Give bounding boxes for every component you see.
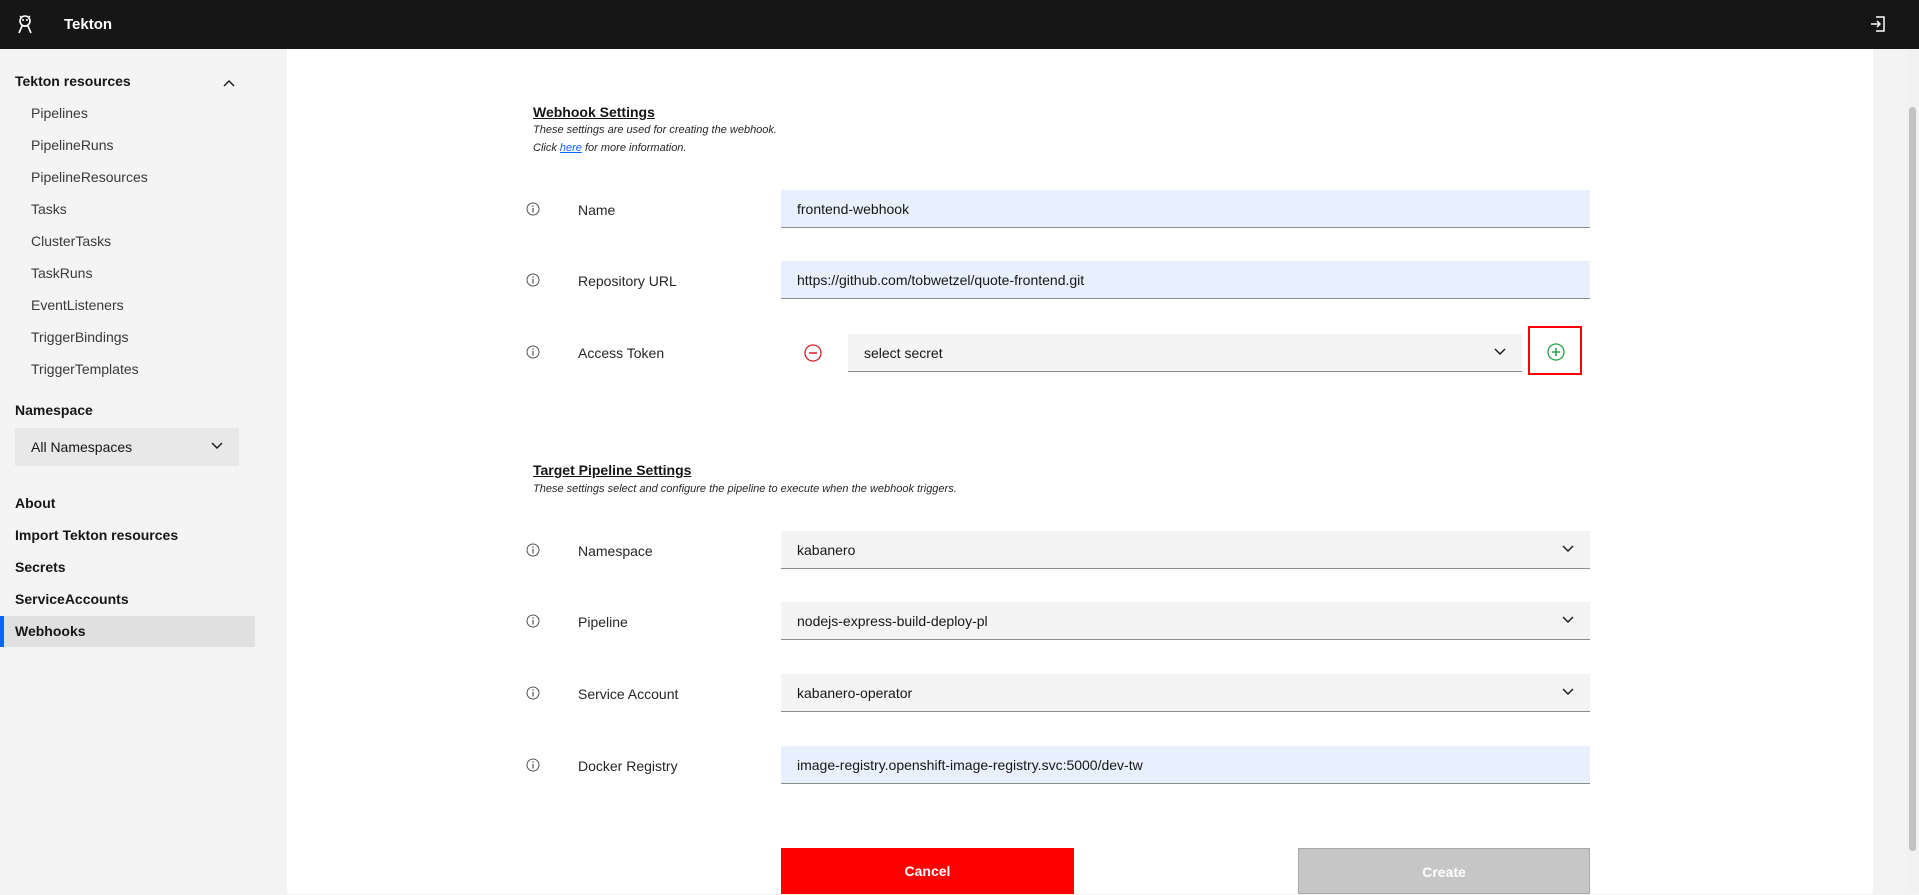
namespace-select[interactable]: kabanero	[781, 531, 1590, 569]
webhook-settings-title: Webhook Settings	[533, 104, 655, 120]
pipeline-select-value: nodejs-express-build-deploy-pl	[797, 613, 988, 629]
access-token-select-value: select secret	[864, 345, 943, 361]
sidebar-item-tasks[interactable]: Tasks	[31, 201, 67, 217]
pipeline-select[interactable]: nodejs-express-build-deploy-pl	[781, 602, 1590, 640]
name-input[interactable]: frontend-webhook	[781, 190, 1590, 228]
name-label: Name	[578, 202, 616, 218]
chevron-down-icon	[1562, 616, 1574, 623]
app-title[interactable]: Tekton	[64, 16, 112, 33]
info-icon[interactable]	[526, 758, 540, 772]
sidebar-item-webhooks[interactable]: Webhooks	[15, 623, 86, 639]
info-icon[interactable]	[526, 273, 540, 287]
sidebar-section-tekton-resources[interactable]: Tekton resources	[15, 73, 131, 89]
desc-after-text: for more information.	[585, 142, 687, 154]
add-secret-button[interactable]	[1528, 326, 1582, 375]
webhook-settings-desc-line2: Click here for more information.	[533, 142, 686, 154]
sidebar-item-triggerbindings[interactable]: TriggerBindings	[31, 329, 129, 345]
info-icon[interactable]	[526, 202, 540, 216]
scrollbar-thumb[interactable]	[1909, 107, 1916, 851]
webhook-settings-desc: These settings are used for creating the…	[533, 124, 777, 136]
logout-icon[interactable]	[1868, 14, 1888, 34]
info-icon[interactable]	[526, 686, 540, 700]
here-link[interactable]: here	[560, 142, 582, 154]
sidebar-item-triggertemplates[interactable]: TriggerTemplates	[31, 361, 139, 377]
access-token-select[interactable]: select secret	[848, 334, 1522, 372]
repository-url-label: Repository URL	[578, 273, 677, 289]
service-account-select-value: kabanero-operator	[797, 685, 913, 701]
namespace-field-label: Namespace	[578, 543, 653, 559]
chevron-down-icon	[211, 442, 223, 449]
namespace-label: Namespace	[15, 402, 93, 418]
target-pipeline-settings-desc: These settings select and configure the …	[533, 483, 957, 495]
info-icon[interactable]	[526, 543, 540, 557]
sidebar-item-serviceaccounts[interactable]: ServiceAccounts	[15, 591, 129, 607]
chevron-down-icon	[1494, 348, 1506, 355]
info-icon[interactable]	[526, 345, 540, 359]
repository-url-value: https://github.com/tobwetzel/quote-front…	[797, 272, 1085, 288]
sidebar-item-pipelineruns[interactable]: PipelineRuns	[31, 137, 114, 153]
access-token-label: Access Token	[578, 345, 665, 361]
service-account-label: Service Account	[578, 686, 679, 702]
sidebar-item-import-tekton-resources[interactable]: Import Tekton resources	[15, 527, 178, 543]
repository-url-input[interactable]: https://github.com/tobwetzel/quote-front…	[781, 261, 1590, 299]
cancel-button[interactable]: Cancel	[781, 848, 1074, 894]
namespace-select-value: kabanero	[797, 542, 856, 558]
sidebar-item-secrets[interactable]: Secrets	[15, 559, 66, 575]
chevron-down-icon	[1562, 688, 1574, 695]
info-icon[interactable]	[526, 614, 540, 628]
namespace-dropdown[interactable]: All Namespaces	[15, 428, 239, 466]
create-button[interactable]: Create	[1298, 848, 1590, 894]
sidebar-item-eventlisteners[interactable]: EventListeners	[31, 297, 124, 313]
name-input-value: frontend-webhook	[797, 201, 910, 217]
sidebar-item-pipelineresources[interactable]: PipelineResources	[31, 169, 148, 185]
sidebar: Tekton resources Pipelines PipelineRuns …	[0, 49, 255, 894]
chevron-down-icon	[1562, 545, 1574, 552]
docker-registry-input[interactable]: image-registry.openshift-image-registry.…	[781, 746, 1590, 784]
sidebar-item-pipelines[interactable]: Pipelines	[31, 105, 88, 121]
target-pipeline-settings-title: Target Pipeline Settings	[533, 462, 692, 478]
sidebar-item-about[interactable]: About	[15, 495, 55, 511]
remove-secret-icon[interactable]	[804, 344, 822, 362]
add-circle-icon	[1547, 343, 1565, 361]
pipeline-label: Pipeline	[578, 614, 628, 630]
service-account-select[interactable]: kabanero-operator	[781, 674, 1590, 712]
tekton-logo-icon[interactable]	[14, 13, 36, 35]
sidebar-item-clustertasks[interactable]: ClusterTasks	[31, 233, 111, 249]
chevron-up-icon[interactable]	[222, 75, 236, 87]
desc-click-text: Click	[533, 142, 557, 154]
top-bar: Tekton	[0, 0, 1919, 49]
namespace-dropdown-value: All Namespaces	[31, 439, 133, 455]
scrollbar[interactable]	[1906, 49, 1919, 894]
sidebar-item-taskruns[interactable]: TaskRuns	[31, 265, 92, 281]
docker-registry-value: image-registry.openshift-image-registry.…	[797, 757, 1143, 773]
docker-registry-label: Docker Registry	[578, 758, 678, 774]
